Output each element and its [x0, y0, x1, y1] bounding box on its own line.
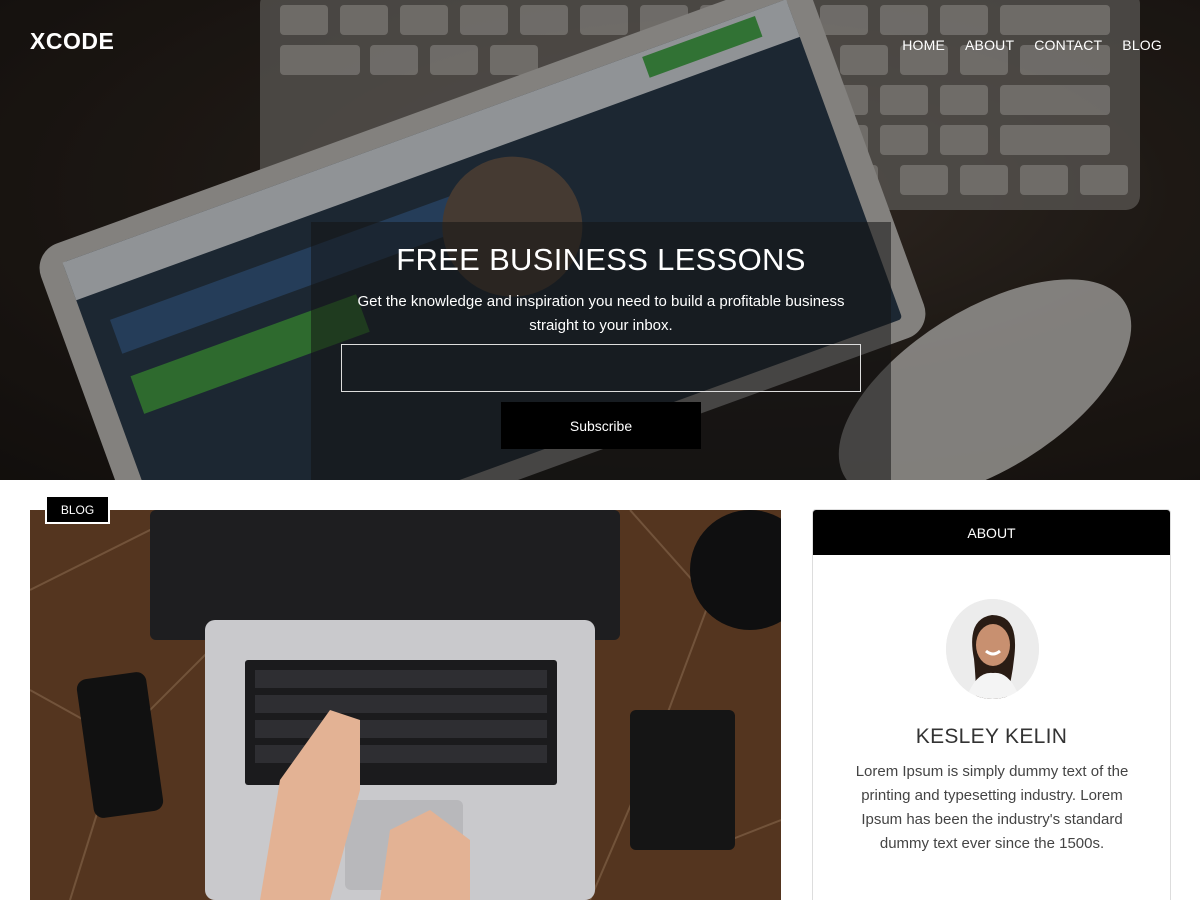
nav-blog[interactable]: BLOG [1122, 37, 1162, 53]
site-logo[interactable]: XCODE [30, 28, 114, 55]
subscribe-panel: FREE BUSINESS LESSONS Get the knowledge … [311, 222, 891, 480]
featured-post[interactable] [30, 510, 781, 900]
widget-title: ABOUT [813, 510, 1170, 555]
email-input[interactable] [341, 344, 861, 392]
avatar [946, 599, 1039, 699]
hero-title: FREE BUSINESS LESSONS [396, 242, 806, 277]
hero-subtitle: Get the knowledge and inspiration you ne… [357, 293, 845, 334]
nav-about[interactable]: ABOUT [965, 37, 1014, 53]
author-name: KESLEY KELIN [915, 725, 1068, 748]
category-badge[interactable]: BLOG [45, 495, 110, 524]
hero-section: XCODE HOME ABOUT CONTACT BLOG FREE BUSIN… [0, 0, 1200, 480]
about-widget: ABOUT KESLEY KELIN Lorem Ipsum is simply… [812, 509, 1171, 900]
post-image [30, 510, 781, 900]
main-nav: HOME ABOUT CONTACT BLOG [902, 37, 1162, 53]
subscribe-button[interactable]: Subscribe [501, 402, 701, 449]
nav-home[interactable]: HOME [902, 37, 945, 53]
author-bio: Lorem Ipsum is simply dummy text of the … [855, 763, 1129, 852]
nav-contact[interactable]: CONTACT [1034, 37, 1102, 53]
